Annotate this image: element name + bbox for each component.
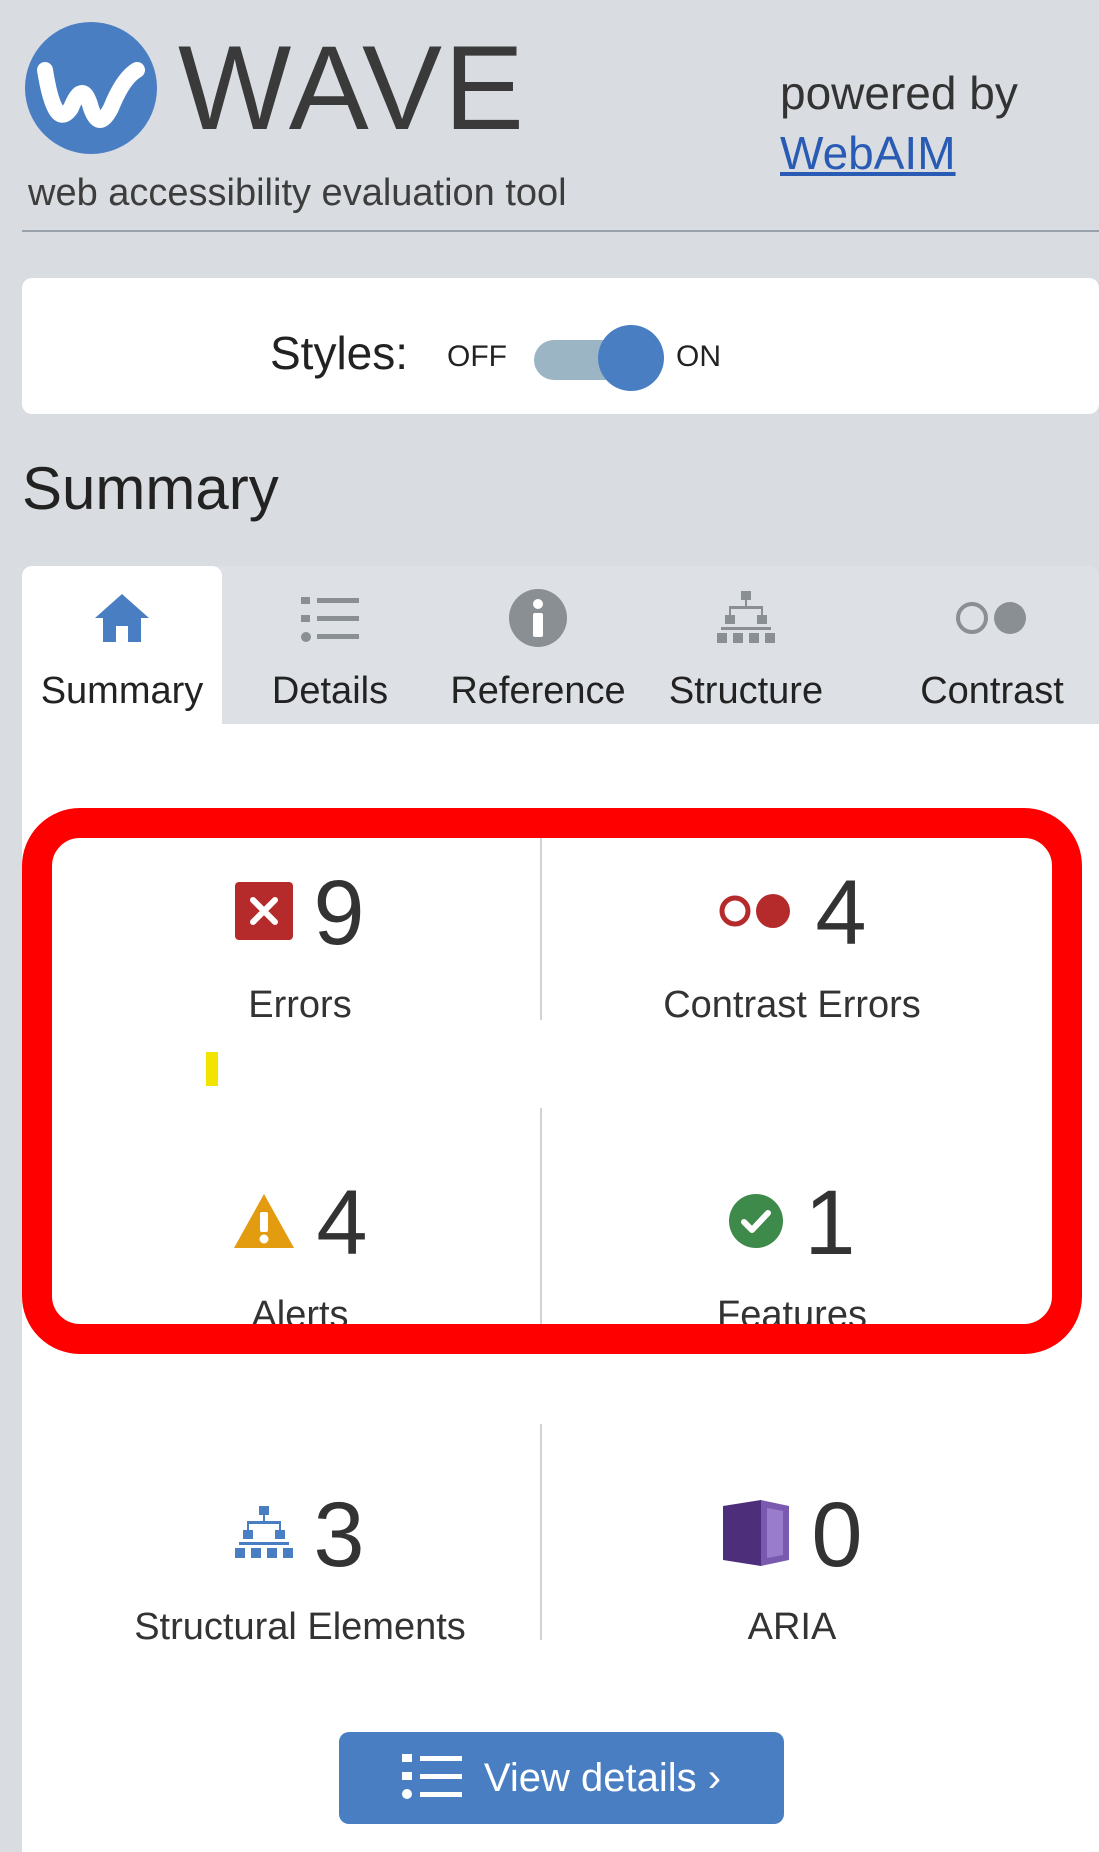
tab-label: Reference [450, 670, 626, 712]
header-divider [22, 230, 1099, 232]
aria-label: ARIA [747, 1606, 837, 1648]
tab-label: Structure [668, 670, 824, 712]
aria-count: 0 [811, 1484, 863, 1586]
styles-toggle-switch[interactable] [598, 325, 664, 391]
tab-details[interactable]: Details [230, 566, 430, 724]
info-icon [438, 588, 638, 648]
styles-off-label: OFF [447, 340, 507, 373]
aria-stat[interactable]: 0 ARIA [552, 1484, 1032, 1649]
stat-divider [540, 1424, 542, 1640]
webaim-link[interactable]: WebAIM [780, 126, 956, 180]
hierarchy-icon [235, 1505, 294, 1565]
structural-count: 3 [313, 1484, 365, 1586]
styles-toggle-card: Styles: OFF ON [22, 278, 1099, 414]
list-icon [401, 1751, 462, 1806]
aria-cube-icon [721, 1498, 791, 1573]
styles-on-label: ON [676, 340, 721, 373]
wave-logo-icon [25, 22, 157, 154]
tab-summary[interactable]: Summary [22, 566, 222, 724]
view-details-label: View details › [483, 1755, 722, 1800]
app-title: WAVE [178, 21, 527, 155]
highlight-box [22, 808, 1082, 1354]
contrast-icon [892, 588, 1092, 648]
tab-label: Details [271, 670, 389, 712]
hierarchy-icon [646, 588, 846, 648]
tab-contrast[interactable]: Contrast [892, 566, 1092, 724]
tab-structure[interactable]: Structure [646, 566, 846, 724]
structural-elements-stat[interactable]: 3 Structural Elements [60, 1484, 540, 1649]
tab-label: Contrast [920, 670, 1064, 712]
app-subtitle: web accessibility evaluation tool [28, 172, 567, 214]
summary-heading: Summary [22, 455, 279, 522]
home-icon [22, 588, 222, 648]
structural-label: Structural Elements [134, 1606, 466, 1648]
powered-by-text: powered by [780, 67, 1018, 119]
styles-label: Styles: [270, 327, 409, 379]
view-details-button[interactable]: View details › [339, 1732, 784, 1824]
tab-reference[interactable]: Reference [438, 566, 638, 724]
tab-label: Summary [40, 670, 204, 712]
wave-sidebar: WAVE web accessibility evaluation tool p… [0, 0, 1099, 1852]
list-icon [230, 588, 430, 648]
